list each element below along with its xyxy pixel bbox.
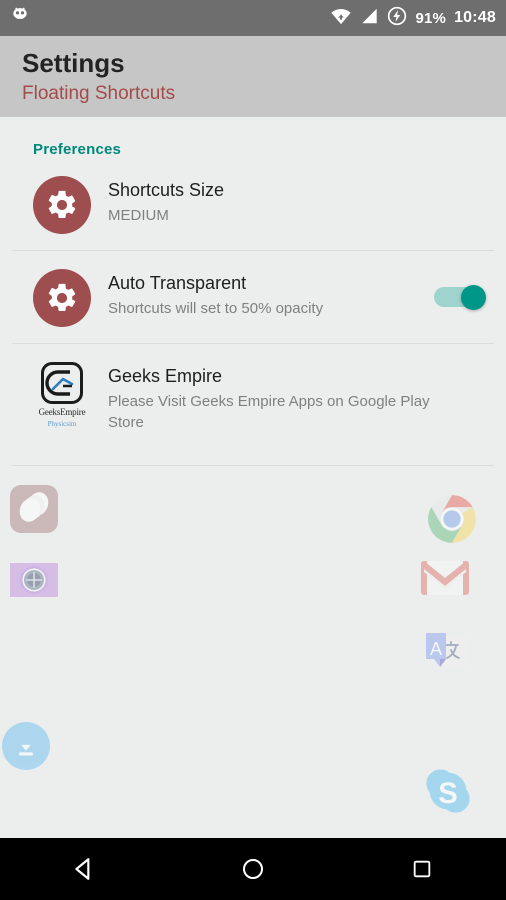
section-header-preferences: Preferences: [33, 141, 122, 158]
row-divider: [12, 465, 494, 466]
gallery-icon[interactable]: [10, 485, 58, 533]
android-navigation-bar[interactable]: [0, 838, 506, 900]
camera-icon[interactable]: [10, 563, 58, 597]
svg-text:S: S: [438, 778, 458, 810]
geeks-empire-logo-icon: GeeksEmpire Physicsim: [31, 362, 93, 428]
setting-description: Please Visit Geeks Empire Apps on Google…: [108, 393, 430, 431]
auto-transparent-toggle[interactable]: [434, 285, 486, 310]
cyanogenmod-icon: [10, 6, 30, 31]
clock-label: 10:48: [454, 9, 496, 26]
wifi-icon: [330, 7, 352, 30]
row-icon-container: [30, 267, 94, 327]
svg-text:A: A: [430, 639, 442, 659]
chrome-icon[interactable]: [426, 493, 478, 550]
row-icon-container: [30, 174, 94, 234]
geeks-empire-tagline: Physicsim: [47, 420, 77, 428]
cell-signal-icon: [360, 7, 379, 30]
setting-title: Geeks Empire: [108, 366, 223, 386]
home-button[interactable]: [213, 838, 293, 900]
recents-button[interactable]: [382, 838, 462, 900]
page-subtitle: Floating Shortcuts: [22, 83, 176, 104]
gear-icon: [33, 269, 91, 327]
download-icon[interactable]: [2, 722, 50, 770]
setting-row-shortcuts-size[interactable]: Shortcuts Size MEDIUM: [0, 158, 506, 250]
setting-description: Shortcuts will set to 50% opacity: [108, 300, 324, 317]
row-text-container: Shortcuts Size MEDIUM: [108, 174, 492, 226]
geeks-empire-mark: [41, 362, 83, 404]
battery-percent-label: 91%: [415, 9, 447, 27]
geeks-empire-wordmark: GeeksEmpire: [38, 407, 86, 417]
setting-title: Shortcuts Size: [108, 180, 225, 200]
gmail-icon[interactable]: [420, 558, 470, 603]
translate-icon[interactable]: A: [420, 629, 470, 682]
back-button[interactable]: [44, 838, 124, 900]
gear-icon: [33, 176, 91, 234]
setting-value: MEDIUM: [108, 207, 169, 224]
setting-row-auto-transparent[interactable]: Auto Transparent Shortcuts will set to 5…: [0, 251, 506, 343]
skype-icon[interactable]: S: [422, 765, 474, 822]
setting-row-geeks-empire[interactable]: GeeksEmpire Physicsim Geeks Empire Pleas…: [0, 344, 506, 449]
toggle-knob: [461, 285, 486, 310]
row-text-container: Geeks Empire Please Visit Geeks Empire A…: [108, 360, 492, 433]
status-bar[interactable]: 91% 10:48: [0, 0, 506, 36]
app-header: Settings Floating Shortcuts: [0, 36, 506, 117]
battery-charging-icon: [387, 6, 407, 31]
status-bar-right: 91% 10:48: [330, 6, 496, 31]
row-icon-container: GeeksEmpire Physicsim: [30, 360, 94, 428]
page-title: Settings: [22, 48, 125, 78]
settings-content: Preferences Shortcuts Size MEDIUM Auto T…: [0, 117, 506, 838]
status-bar-left: [10, 6, 30, 31]
